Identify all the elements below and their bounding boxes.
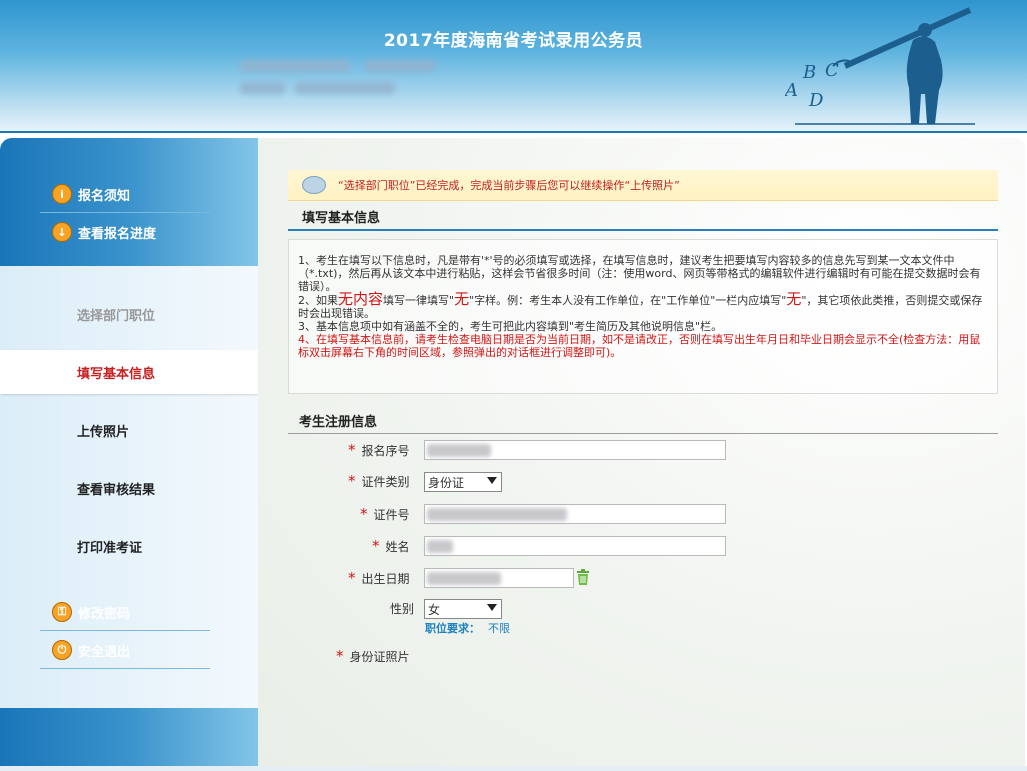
svg-text:D: D [808,90,824,111]
field-label: 姓名 [385,539,410,554]
step-fill-basic-info[interactable]: 填写基本信息 [0,350,258,394]
info-icon: i [52,184,72,204]
field-reg-no: * 报名序号 [348,438,410,462]
field-id-photo: * 身份证照片 [336,644,410,668]
instruction-1: 1、考生在填写以下信息时，凡是带有'*'号的必须填写或选择，在填写信息时，建议考… [298,254,981,293]
field-gender: 性别 [390,596,414,620]
abc-figure-logo: A B C D [785,7,975,125]
nav-item-logout[interactable]: ⏻ 安全退出 [0,632,258,668]
redacted-value [427,444,491,457]
left-navigation: i 报名须知 ↓ 查看报名进度 选择部门职位 填写基本信息 上传照片 查看审核结… [0,138,258,766]
required-mark: * [348,472,356,490]
notice-text: “选择部门职位”已经完成，完成当前步骤后您可以继续操作“上传照片” [338,179,680,192]
selected-value: 身份证 [428,475,465,490]
redacted-value [427,508,567,521]
step-print-admission[interactable]: 打印准考证 [0,524,258,568]
nav-item-label: 报名须知 [78,188,131,204]
selected-value: 女 [428,602,441,617]
download-icon: ↓ [52,222,72,242]
required-mark: * [348,569,356,587]
required-mark: * [360,505,368,523]
id-no-input[interactable] [424,504,726,524]
redacted-user-info [240,82,285,94]
field-label: 证件类别 [361,474,410,489]
chevron-down-icon [487,477,497,484]
power-icon: ⏻ [52,640,72,660]
field-label: 报名序号 [361,443,410,458]
field-birth-date: * 出生日期 [348,566,410,590]
field-id-type: * 证件类别 [348,469,410,493]
step-label: 选择部门职位 [77,308,156,324]
field-label: 身份证照片 [349,649,410,664]
name-input[interactable] [424,536,726,556]
required-mark: * [336,647,344,665]
page-header: 2017年度海南省考试录用公务员 A B C D [0,0,1027,133]
instruction-2: 2、如果无内容填写一律填写"无"字样。例：考生本人没有工作单位，在"工作单位"一… [298,290,983,321]
reg-no-input[interactable] [424,440,726,460]
step-upload-photo[interactable]: 上传照片 [0,408,258,452]
nav-item-label: 安全退出 [78,644,131,660]
page-footer-band [0,766,1027,771]
requirement-value: 不限 [488,622,510,635]
key-icon: ⚿ [52,602,72,622]
svg-text:B: B [802,62,816,83]
field-name: * 姓名 [372,534,410,558]
redacted-user-info [240,60,350,72]
field-label: 出生日期 [361,571,410,586]
trash-icon[interactable] [576,569,590,585]
section-divider [288,433,998,434]
gender-select[interactable]: 女 [424,599,502,619]
speech-bubble-icon [302,176,326,194]
svg-text:A: A [785,80,798,101]
registration-title: 考生注册信息 [299,415,378,430]
required-mark: * [372,537,380,555]
nav-item-progress[interactable]: ↓ 查看报名进度 [0,214,258,250]
nav-divider [40,212,210,213]
instructions-box: 1、考生在填写以下信息时，凡是带有'*'号的必须填写或选择，在填写信息时，建议考… [288,239,998,394]
main-content: “选择部门职位”已经完成，完成当前步骤后您可以继续操作“上传照片” 填写基本信息… [258,138,1025,766]
instruction-4: 4、在填写基本信息前，请考生检查电脑日期是否为当前日期，如不是请改正，否则在填写… [298,333,981,359]
nav-item-instructions[interactable]: i 报名须知 [0,176,258,212]
redacted-user-info [365,60,435,72]
progress-notice: “选择部门职位”已经完成，完成当前步骤后您可以继续操作“上传照片” [288,170,998,201]
step-select-position[interactable]: 选择部门职位 [0,292,258,336]
step-review-result[interactable]: 查看审核结果 [0,466,258,510]
field-id-no: * 证件号 [360,502,410,526]
redacted-value [427,572,501,585]
section-divider [288,229,998,231]
basic-info-title: 填写基本信息 [302,211,381,226]
chevron-down-icon [487,604,497,611]
birth-date-input[interactable] [424,568,574,588]
nav-item-change-password[interactable]: ⚿ 修改密码 [0,594,258,630]
nav-divider [40,668,210,669]
field-label: 证件号 [373,507,410,522]
step-label: 填写基本信息 [77,366,156,382]
position-requirement: 职位要求： 不限 [425,622,510,635]
nav-item-label: 修改密码 [78,606,131,622]
required-mark: * [348,441,356,459]
step-label: 打印准考证 [77,540,143,556]
step-label: 上传照片 [77,424,130,440]
redacted-user-info [295,82,395,94]
nav-item-label: 查看报名进度 [78,226,157,242]
field-label: 性别 [390,601,415,616]
id-type-select[interactable]: 身份证 [424,472,502,492]
redacted-value [427,540,453,553]
nav-divider [40,630,210,631]
step-label: 查看审核结果 [77,482,156,498]
instruction-3: 3、基本信息项中如有涵盖不全的，考生可把此内容填到"考生简历及其他说明信息"栏。 [298,320,723,333]
